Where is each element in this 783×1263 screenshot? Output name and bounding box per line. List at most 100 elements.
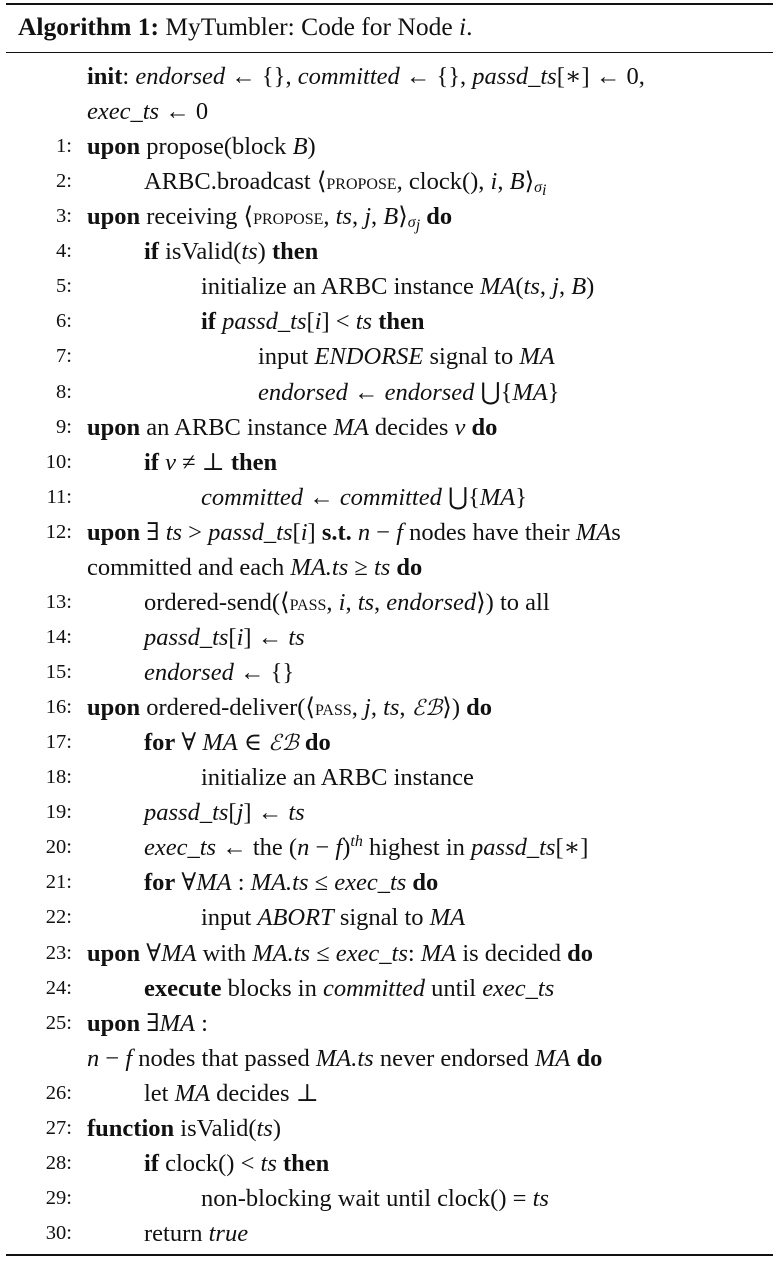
algorithm-line: init: endorsed ← {}, committed ← {}, pas… <box>6 59 773 94</box>
line-number: 8: <box>56 380 72 403</box>
algorithm-line: committed and each MA.ts ≥ ts do <box>6 550 773 585</box>
algorithm-line: 24: execute blocks in committed until exe… <box>6 971 773 1006</box>
line-text: upon propose(block B) <box>87 133 316 161</box>
algorithm-line: 21: for ∀MA : MA.ts ≤ exec_ts do <box>6 865 773 900</box>
line-text: upon an ARBC instance MA decides v do <box>87 413 498 441</box>
algorithm-line: 4: if isValid(ts) then <box>6 234 773 269</box>
line-text: exec_ts ← the (n − f)th highest in passd… <box>144 833 589 862</box>
line-text: initialize an ARBC instance <box>201 764 474 792</box>
line-text: non-blocking wait until clock() = ts <box>201 1184 549 1212</box>
line-number: 16: <box>45 696 72 719</box>
algorithm-line: 1: upon propose(block B) <box>6 129 773 164</box>
algorithm-line: 7: input ENDORSE signal to MA <box>6 339 773 374</box>
algorithm-line: exec_ts ← 0 <box>6 94 773 129</box>
algorithm-line: 12: upon ∃ ts > passd_ts[i] s.t. n − f no… <box>6 515 773 550</box>
line-text: if v ≠ ⊥ then <box>144 448 278 476</box>
line-text: function isValid(ts) <box>87 1114 281 1142</box>
line-text: ordered-send(⟨pass, i, ts, endorsed⟩) to… <box>144 588 550 616</box>
algorithm-line: 10: if v ≠ ⊥ then <box>6 445 773 480</box>
line-number: 3: <box>56 205 72 228</box>
algorithm-line: n − f nodes that passed MA.ts never endo… <box>6 1041 773 1076</box>
algorithm-line: 26: let MA decides ⊥ <box>6 1076 773 1111</box>
algorithm-line: 15: endorsed ← {} <box>6 655 773 690</box>
line-text: passd_ts[j] ← ts <box>144 799 305 827</box>
line-text: committed and each MA.ts ≥ ts do <box>87 553 423 581</box>
line-number: 21: <box>45 871 72 894</box>
algorithm-line: 2: ARBC.broadcast ⟨propose, clock(), i, B… <box>6 164 773 199</box>
top-rule <box>6 3 773 5</box>
line-number: 5: <box>56 275 72 298</box>
line-number: 17: <box>45 731 72 754</box>
algorithm-line: 5: initialize an ARBC instance MA(ts, j, … <box>6 269 773 304</box>
bottom-rule <box>6 1254 773 1256</box>
line-number: 26: <box>45 1081 72 1104</box>
line-text: upon ∀MA with MA.ts ≤ exec_ts: MA is dec… <box>87 939 593 967</box>
algorithm-box: Algorithm 1: MyTumbler: Code for Node i.… <box>6 0 773 1258</box>
algorithm-line: 28: if clock() < ts then <box>6 1146 773 1181</box>
line-number: 23: <box>45 941 72 964</box>
line-text: execute blocks in committed until exec_t… <box>144 974 555 1002</box>
line-text: passd_ts[i] ← ts <box>144 623 305 651</box>
algorithm-line: 13: ordered-send(⟨pass, i, ts, endorsed⟩)… <box>6 585 773 620</box>
algorithm-line: 14: passd_ts[i] ← ts <box>6 620 773 655</box>
algorithm-line: 22: input ABORT signal to MA <box>6 900 773 935</box>
line-text: upon receiving ⟨propose, ts, j, B⟩σj do <box>87 203 453 235</box>
algorithm-line: 23: upon ∀MA with MA.ts ≤ exec_ts: MA is … <box>6 936 773 971</box>
algorithm-line: 25: upon ∃MA : <box>6 1006 773 1041</box>
line-text: input ABORT signal to MA <box>201 904 466 932</box>
caption-label: Algorithm 1: <box>18 12 159 41</box>
line-number: 7: <box>56 345 72 368</box>
line-text: for ∀MA : MA.ts ≤ exec_ts do <box>144 869 439 897</box>
line-text: for ∀ MA ∈ ℰℬ do <box>144 729 331 757</box>
line-text: input ENDORSE signal to MA <box>258 343 555 371</box>
line-number: 19: <box>45 801 72 824</box>
algorithm-line: 8: endorsed ← endorsed ⋃{MA} <box>6 375 773 410</box>
line-number: 10: <box>45 450 72 473</box>
line-text: endorsed ← {} <box>144 659 295 687</box>
algorithm-line: 18: initialize an ARBC instance <box>6 760 773 795</box>
line-number: 22: <box>45 906 72 929</box>
algorithm-line: 17: for ∀ MA ∈ ℰℬ do <box>6 725 773 760</box>
line-text: upon ordered-deliver(⟨pass, j, ts, ℰℬ⟩) … <box>87 694 493 722</box>
line-text: endorsed ← endorsed ⋃{MA} <box>258 378 560 406</box>
line-number: 25: <box>45 1011 72 1034</box>
line-number: 6: <box>56 310 72 333</box>
line-number: 18: <box>45 766 72 789</box>
line-number: 28: <box>45 1151 72 1174</box>
algorithm-line: 30: return true <box>6 1216 773 1251</box>
line-text: initialize an ARBC instance MA(ts, j, B) <box>201 273 595 301</box>
line-text: if passd_ts[i] < ts then <box>201 308 425 336</box>
line-number: 11: <box>46 485 72 508</box>
line-number: 20: <box>45 836 72 859</box>
line-number: 4: <box>56 240 72 263</box>
line-number: 14: <box>45 625 72 648</box>
algorithm-line: 9: upon an ARBC instance MA decides v do <box>6 410 773 445</box>
algorithm-line: 19: passd_ts[j] ← ts <box>6 795 773 830</box>
line-number: 12: <box>45 520 72 543</box>
line-text: exec_ts ← 0 <box>87 98 209 126</box>
line-number: 27: <box>45 1116 72 1139</box>
line-number: 9: <box>56 415 72 438</box>
line-text: if clock() < ts then <box>144 1149 330 1177</box>
algorithm-caption: Algorithm 1: MyTumbler: Code for Node i. <box>18 9 473 45</box>
algorithm-line: 20: exec_ts ← the (n − f)th highest in pa… <box>6 830 773 865</box>
line-number: 24: <box>45 976 72 999</box>
line-text: committed ← committed ⋃{MA} <box>201 483 527 511</box>
caption-title: MyTumbler: Code for Node i. <box>165 12 473 41</box>
caption-rule <box>6 52 773 53</box>
line-number: 30: <box>45 1221 72 1244</box>
line-number: 13: <box>45 590 72 613</box>
algorithm-line: 11: committed ← committed ⋃{MA} <box>6 480 773 515</box>
algorithm-line: 3: upon receiving ⟨propose, ts, j, B⟩σj d… <box>6 199 773 234</box>
line-number: 2: <box>56 170 72 193</box>
line-text: if isValid(ts) then <box>144 238 319 266</box>
line-text: upon ∃MA : <box>87 1009 208 1037</box>
line-number: 15: <box>45 661 72 684</box>
line-number: 29: <box>45 1186 72 1209</box>
line-text: return true <box>144 1219 249 1247</box>
algorithm-line: 27: function isValid(ts) <box>6 1111 773 1146</box>
line-text: upon ∃ ts > passd_ts[i] s.t. n − f nodes… <box>87 518 621 546</box>
line-text: init: endorsed ← {}, committed ← {}, pas… <box>87 63 645 90</box>
line-number: 1: <box>56 135 72 158</box>
line-text: let MA decides ⊥ <box>144 1079 319 1107</box>
